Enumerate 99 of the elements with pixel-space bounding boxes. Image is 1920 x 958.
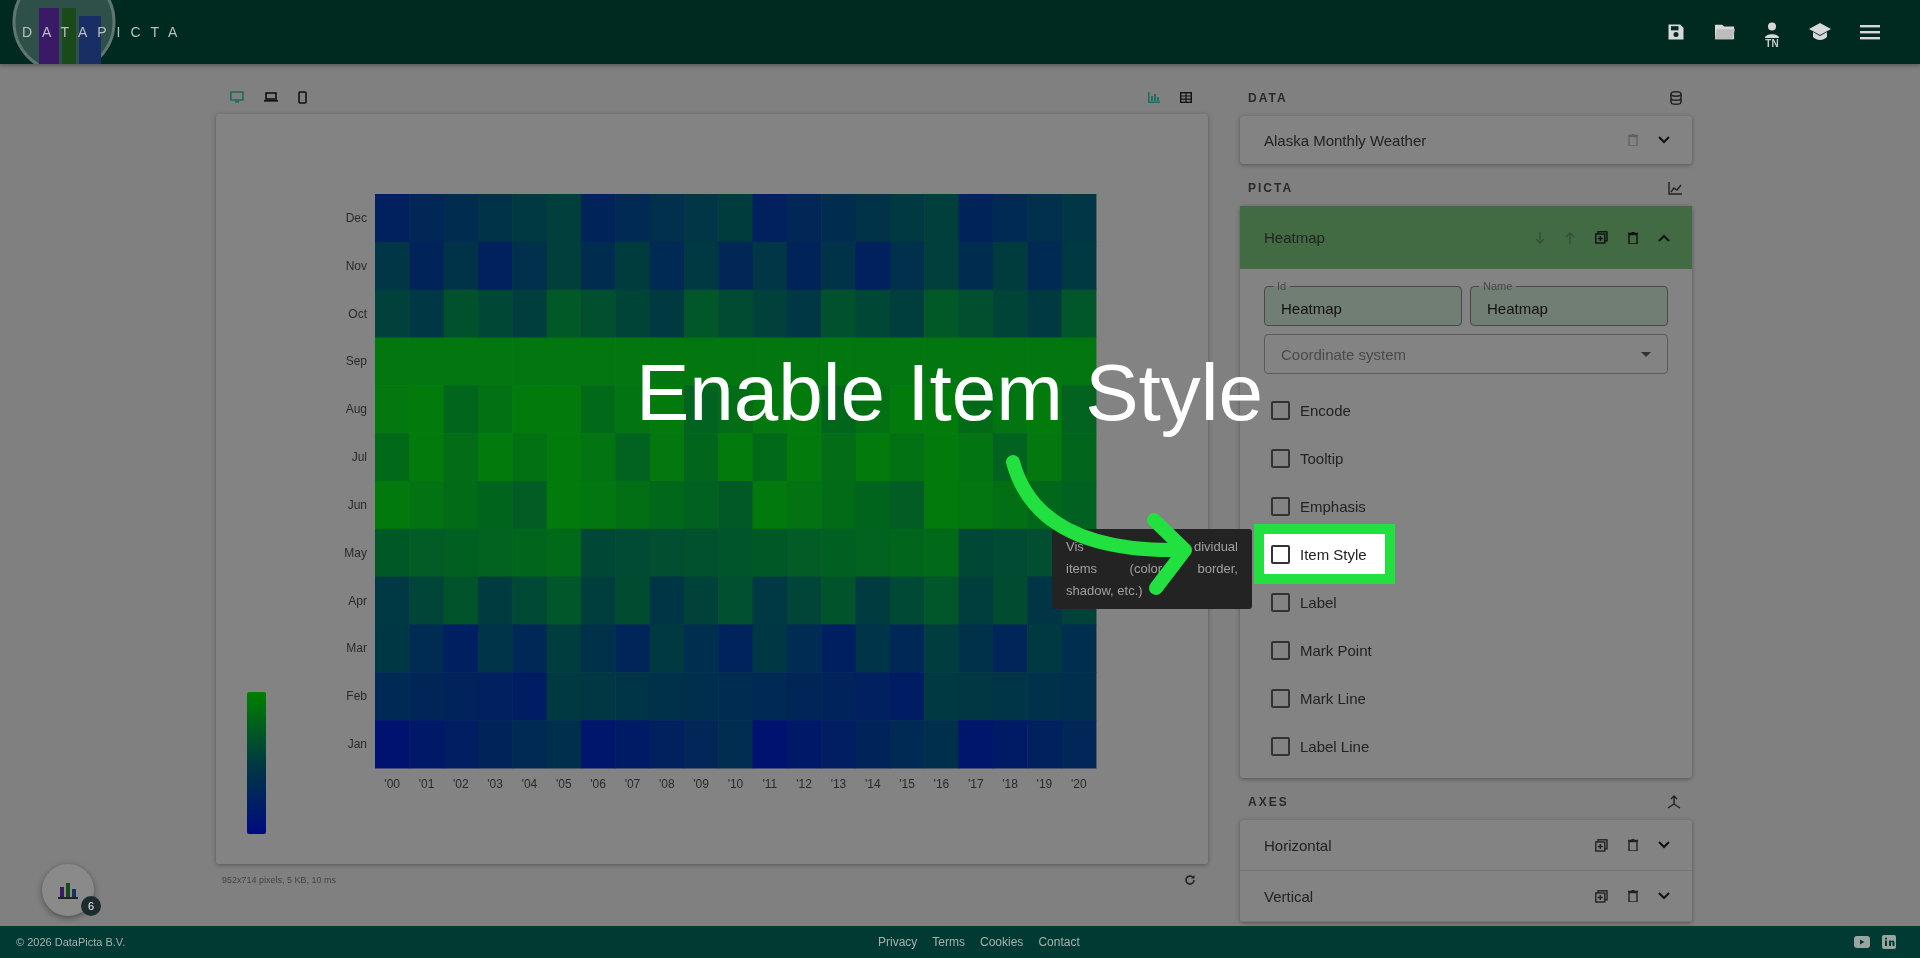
tooltip-text: (color, — [1129, 560, 1165, 578]
axis-label: '06 — [590, 776, 606, 791]
series-title: Heatmap — [1264, 229, 1325, 246]
axis-label: '08 — [659, 776, 675, 791]
duplicate-icon[interactable] — [1595, 838, 1608, 852]
option-label: Tooltip — [1300, 449, 1344, 467]
axis-label: '09 — [693, 776, 709, 791]
section-title: DATA — [1248, 91, 1288, 105]
user-button[interactable]: TN — [1764, 15, 1780, 49]
axis-label: May — [344, 545, 367, 560]
axis-label: '18 — [1002, 776, 1018, 791]
axis-label: Dec — [345, 210, 367, 225]
bar-chart-icon — [58, 881, 78, 899]
axis-label: '03 — [487, 776, 503, 791]
tooltip-text: border, — [1197, 560, 1238, 578]
dropdown-caret-icon — [1641, 351, 1651, 357]
trash-icon — [1628, 134, 1638, 146]
copyright-text: © 2026 DataPicta B.V. — [16, 936, 127, 948]
axis-label: Mar — [346, 641, 367, 656]
axis-label: Apr — [348, 593, 367, 608]
trash-icon[interactable] — [1628, 839, 1638, 851]
folder-icon[interactable] — [1714, 22, 1736, 42]
axis-label: '13 — [830, 776, 847, 791]
count-badge: 6 — [81, 896, 101, 916]
menu-icon[interactable] — [1860, 24, 1880, 40]
dataset-card[interactable]: Alaska Monthly Weather — [1240, 116, 1692, 164]
linkedin-icon[interactable] — [1882, 935, 1896, 949]
axis-title: Horizontal — [1264, 836, 1332, 854]
axis-label: Sep — [345, 354, 367, 369]
axis-label: '19 — [1036, 776, 1053, 791]
video-icon[interactable] — [1854, 936, 1870, 948]
checkbox[interactable] — [1271, 736, 1290, 756]
axis-label: '02 — [453, 776, 469, 791]
series-header[interactable]: Heatmap — [1240, 206, 1692, 269]
axes-icon — [1666, 795, 1682, 809]
axis-label: '10 — [727, 776, 744, 791]
axis-label: '17 — [967, 776, 984, 791]
checkbox[interactable] — [1271, 688, 1290, 708]
section-title: PICTA — [1248, 181, 1294, 195]
axis-label: '05 — [556, 776, 572, 791]
checkbox[interactable] — [1271, 400, 1290, 420]
line-chart-icon — [1668, 181, 1682, 195]
floating-button[interactable] — [42, 864, 94, 916]
axis-label: '04 — [521, 776, 538, 791]
checkbox[interactable] — [1271, 544, 1290, 564]
duplicate-icon[interactable] — [1595, 889, 1608, 903]
select-field[interactable]: Coordinate system — [1264, 334, 1668, 374]
option-label: Mark Point — [1300, 641, 1372, 659]
checkbox[interactable] — [1271, 640, 1290, 660]
tooltip-text: items — [1066, 560, 1098, 578]
option-label: Item Style — [1300, 545, 1367, 563]
axis-label: '15 — [899, 776, 915, 791]
option-label: Emphasis — [1300, 497, 1366, 515]
axis-row[interactable]: Vertical — [1240, 871, 1692, 922]
axis-label: Feb — [346, 689, 367, 704]
axis-label: '01 — [418, 776, 435, 791]
axis-label: Aug — [345, 402, 367, 417]
axis-row[interactable]: Horizontal — [1240, 820, 1692, 871]
logo-text: DATAPICTA — [22, 24, 188, 40]
axis-label: '14 — [864, 776, 881, 791]
tooltip-text: dividual — [1193, 538, 1238, 556]
axis-label: Jan — [347, 737, 367, 752]
tooltip-text: Vis — [1066, 538, 1084, 556]
checkbox[interactable] — [1271, 496, 1290, 516]
axis-label: Jun — [347, 497, 367, 512]
axis-title: Vertical — [1264, 887, 1314, 905]
database-icon — [1670, 91, 1682, 105]
option-label: Label — [1300, 593, 1337, 611]
checkbox[interactable] — [1271, 448, 1290, 468]
axis-label: Jul — [351, 450, 367, 465]
axis-label: Oct — [348, 306, 367, 321]
trash-icon[interactable] — [1628, 231, 1638, 244]
chevron-icon[interactable] — [1658, 233, 1670, 242]
axis-label: '12 — [796, 776, 812, 791]
footer-link[interactable]: Cookies — [980, 935, 1024, 949]
option-label: Mark Line — [1300, 689, 1366, 707]
footer-link[interactable]: Terms — [932, 935, 965, 949]
trash-icon[interactable] — [1628, 890, 1638, 902]
option-label: Encode — [1300, 401, 1351, 419]
chevron-icon[interactable] — [1658, 136, 1670, 144]
refresh-icon[interactable] — [1184, 874, 1196, 886]
checkbox[interactable] — [1271, 592, 1290, 612]
section-title: AXES — [1248, 795, 1289, 809]
axis-label: '00 — [384, 776, 400, 791]
axis-label: Nov — [345, 258, 367, 273]
axis-label: '07 — [624, 776, 641, 791]
dataset-title: Alaska Monthly Weather — [1264, 131, 1427, 149]
axis-label: '16 — [933, 776, 950, 791]
chevron-icon[interactable] — [1658, 892, 1670, 900]
graduation-cap-icon[interactable] — [1808, 22, 1832, 42]
axis-label: '20 — [1070, 776, 1087, 791]
footer-link[interactable]: Privacy — [878, 935, 918, 949]
option-label: Label Line — [1300, 737, 1370, 755]
tooltip-text: shadow, etc.) — [1066, 582, 1143, 600]
chevron-icon[interactable] — [1658, 841, 1670, 849]
axis-label: '11 — [762, 776, 778, 791]
footer-link[interactable]: Contact — [1038, 935, 1080, 949]
save-icon[interactable] — [1666, 22, 1686, 42]
duplicate-icon[interactable] — [1595, 231, 1608, 244]
